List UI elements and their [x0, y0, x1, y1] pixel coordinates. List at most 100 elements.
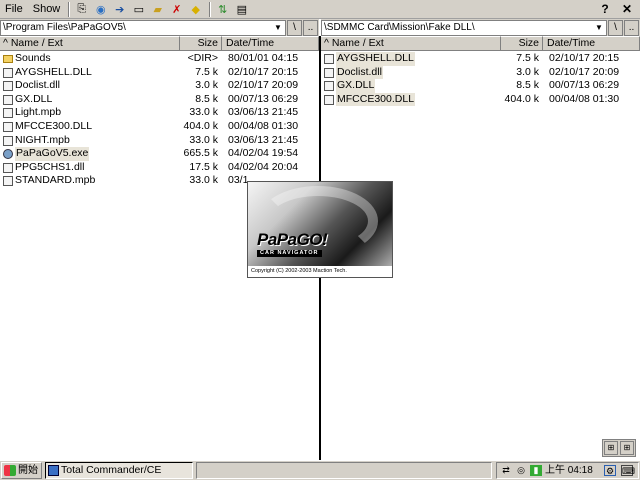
file-name: NIGHT.mpb: [15, 133, 70, 146]
input-method-icon[interactable]: ⚙: [604, 465, 616, 476]
file-row[interactable]: GX.DLL 8.5 k 00/07/13 06:29: [321, 79, 640, 93]
input-panel-toggle[interactable]: ⊞ ⊞: [602, 439, 636, 457]
file-size: 17.5 k: [189, 160, 218, 173]
left-root-button[interactable]: \: [287, 19, 302, 36]
right-root-button[interactable]: \: [608, 19, 623, 36]
file-row[interactable]: Light.mpb 33.0 k 03/06/13 21:45: [0, 106, 319, 120]
file-icon: [3, 135, 13, 146]
file-icon: [3, 108, 13, 119]
file-date: 00/07/13 06:29: [228, 92, 299, 105]
battery-icon[interactable]: ▮: [530, 465, 542, 476]
file-row[interactable]: AYGSHELL.DLL 7.5 k 02/10/17 20:15: [0, 66, 319, 80]
file-size: 33.0 k: [189, 106, 218, 119]
rename-icon[interactable]: ▭: [130, 1, 147, 17]
file-row[interactable]: MFCCE300.DLL 404.0 k 00/04/08 01:30: [321, 92, 640, 107]
left-up-button[interactable]: ..: [303, 19, 318, 36]
copy-icon[interactable]: ⎘: [73, 1, 90, 17]
column-header-name[interactable]: ^ Name / Ext: [0, 36, 180, 51]
delete-icon[interactable]: ✗: [168, 1, 185, 17]
connection-icon[interactable]: ⇄: [500, 465, 512, 476]
column-header-date[interactable]: Date/Time: [543, 36, 640, 51]
column-header-size[interactable]: Size: [180, 36, 222, 51]
file-size: 665.5 k: [183, 147, 218, 160]
file-row[interactable]: GX.DLL 8.5 k 00/07/13 06:29: [0, 93, 319, 107]
file-row[interactable]: NIGHT.mpb 33.0 k 03/06/13 21:45: [0, 134, 319, 148]
right-up-button[interactable]: ..: [624, 19, 639, 36]
file-icon: [324, 54, 334, 64]
right-path-text: \SDMMC Card\Mission\Fake DLL\: [324, 21, 475, 33]
file-name: Doclist.dll: [15, 79, 60, 92]
file-icon: [3, 176, 13, 187]
windows-flag-icon: [4, 465, 16, 476]
close-button[interactable]: ✕: [618, 1, 636, 17]
file-icon: [3, 162, 13, 173]
column-header-name[interactable]: ^ Name / Ext: [321, 36, 501, 51]
file-icon: [3, 121, 13, 132]
file-size: 3.0 k: [195, 79, 218, 92]
new-folder-icon[interactable]: ▰: [149, 1, 166, 17]
task-total-commander[interactable]: Total Commander/CE: [45, 462, 193, 479]
file-icon: [3, 94, 13, 105]
settings-icon[interactable]: ▤: [233, 1, 250, 17]
file-name: PaPaGoV5.exe: [15, 147, 90, 161]
splash-copyright: Copyright (C) 2002-2003 Maction Tech.: [248, 266, 392, 277]
menu-show[interactable]: Show: [28, 1, 66, 18]
app-icon: [48, 465, 59, 476]
file-name: GX.DLL: [15, 92, 53, 105]
file-date: 00/07/13 06:29: [549, 79, 620, 92]
file-size: 7.5 k: [195, 65, 218, 78]
file-name: Doclist.dll: [336, 65, 383, 80]
column-header-date[interactable]: Date/Time: [222, 36, 319, 51]
system-tray: ⇄ ◎ ▮ 上午 04:18 ⚙ ⌨: [496, 462, 639, 479]
file-row[interactable]: PaPaGoV5.exe 665.5 k 04/02/04 19:54: [0, 147, 319, 161]
move-icon[interactable]: ➔: [111, 1, 128, 17]
column-header-size[interactable]: Size: [501, 36, 543, 51]
help-button[interactable]: ?: [596, 1, 614, 17]
file-name: AYGSHELL.DLL: [15, 65, 92, 78]
task-label: Total Commander/CE: [61, 464, 162, 476]
left-path-bar: \Program Files\PaPaGOV5\ ▼ \ ..: [0, 19, 319, 36]
file-date: 04/02/04 20:04: [228, 160, 299, 173]
file-date: 02/10/17 20:09: [228, 79, 299, 92]
file-size: 3.0 k: [516, 65, 539, 78]
start-button[interactable]: 開始: [1, 462, 42, 479]
chevron-down-icon[interactable]: ▼: [272, 22, 284, 34]
file-size: 404.0 k: [504, 92, 539, 105]
file-date: 00/04/08 01:30: [549, 92, 620, 105]
file-row[interactable]: AYGSHELL.DLL 7.5 k 02/10/17 20:15: [321, 52, 640, 66]
sync-icon[interactable]: ⇅: [214, 1, 231, 17]
file-name: PPG5CHS1.dll: [15, 160, 85, 173]
file-date: 03/1: [228, 174, 249, 187]
menu-file[interactable]: File: [0, 1, 28, 18]
pack-icon[interactable]: ◆: [187, 1, 204, 17]
menu-bar: File Show ⎘ ◉ ➔ ▭ ▰ ✗ ◆ ⇅ ▤ ? ✕: [0, 0, 640, 19]
file-row[interactable]: Doclist.dll 3.0 k 02/10/17 20:09: [321, 65, 640, 80]
refresh-icon[interactable]: ◉: [92, 1, 109, 17]
file-row[interactable]: PPG5CHS1.dll 17.5 k 04/02/04 20:04: [0, 161, 319, 175]
file-icon: [324, 81, 334, 92]
file-date: 02/10/17 20:09: [549, 65, 620, 78]
splash-logo: PaPaGO!: [257, 230, 328, 249]
file-row[interactable]: Doclist.dll 3.0 k 02/10/17 20:09: [0, 79, 319, 93]
keyboard-icon[interactable]: ⌨: [621, 465, 635, 476]
keyboard-icon[interactable]: ⊞: [604, 441, 618, 455]
keyboard-icon[interactable]: ⊞: [620, 441, 634, 455]
right-path-field[interactable]: \SDMMC Card\Mission\Fake DLL\ ▼: [321, 19, 607, 36]
splash-subtitle: CAR NAVIGATOR: [257, 250, 322, 257]
papago-splash: PaPaGO! CAR NAVIGATOR Copyright (C) 2002…: [247, 181, 393, 278]
file-date: 04/02/04 19:54: [228, 147, 299, 160]
taskbar: 開始 Total Commander/CE ⇄ ◎ ▮ 上午 04:18 ⚙ ⌨: [0, 460, 640, 480]
left-path-field[interactable]: \Program Files\PaPaGOV5\ ▼: [0, 19, 286, 36]
chevron-down-icon[interactable]: ▼: [593, 22, 605, 34]
clock[interactable]: 上午 04:18: [545, 463, 593, 478]
file-icon: [324, 67, 334, 78]
toolbar-separator: [68, 1, 71, 17]
file-name: Light.mpb: [15, 106, 62, 119]
file-row[interactable]: Sounds <DIR> 80/01/01 04:15: [0, 52, 319, 66]
file-size: 33.0 k: [189, 133, 218, 146]
file-row[interactable]: MFCCE300.DLL 404.0 k 00/04/08 01:30: [0, 120, 319, 134]
sync-icon[interactable]: ◎: [515, 465, 527, 476]
input-status-area: [196, 462, 492, 479]
left-path-text: \Program Files\PaPaGOV5\: [3, 21, 126, 33]
file-name: MFCCE300.DLL: [15, 119, 93, 132]
